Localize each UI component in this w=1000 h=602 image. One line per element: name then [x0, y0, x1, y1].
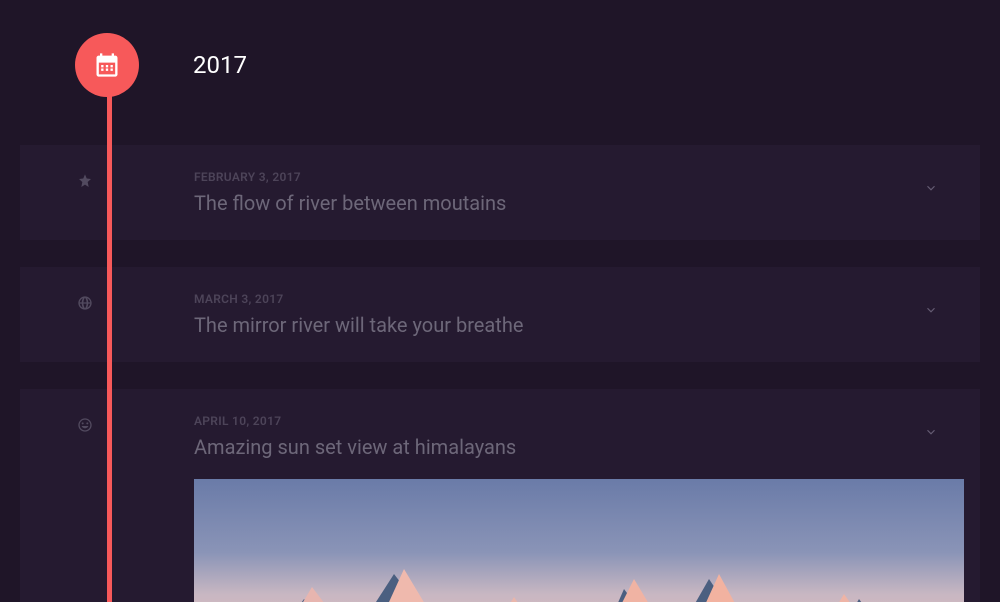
- chevron-down-icon: [924, 424, 938, 443]
- globe-icon: [75, 293, 95, 313]
- calendar-icon: [93, 51, 121, 79]
- card-title: The flow of river between moutains: [194, 191, 918, 215]
- card-title: The mirror river will take your breathe: [194, 313, 918, 337]
- timeline-card[interactable]: MARCH 3, 2017 The mirror river will take…: [20, 267, 980, 362]
- card-title: Amazing sun set view at himalayans: [194, 435, 918, 459]
- timeline-card[interactable]: FEBRUARY 3, 2017 The flow of river betwe…: [20, 145, 980, 240]
- chevron-down-icon: [924, 302, 938, 321]
- expand-toggle[interactable]: [922, 180, 940, 198]
- star-icon: [75, 171, 95, 191]
- timeline-vertical-line: [107, 95, 112, 602]
- smile-icon: [75, 415, 95, 435]
- timeline-year-header: 2017: [75, 30, 980, 100]
- card-date: FEBRUARY 3, 2017: [194, 170, 918, 184]
- timeline-container: 2017 FEBRUARY 3, 2017 The flow of river …: [0, 0, 1000, 602]
- timeline-year-label: 2017: [193, 51, 247, 79]
- expand-toggle[interactable]: [922, 302, 940, 320]
- card-date: APRIL 10, 2017: [194, 414, 918, 428]
- timeline-cards: FEBRUARY 3, 2017 The flow of river betwe…: [20, 145, 980, 602]
- card-date: MARCH 3, 2017: [194, 292, 918, 306]
- card-image: Himalayan: [194, 479, 964, 602]
- chevron-down-icon: [924, 180, 938, 199]
- expand-toggle[interactable]: [922, 424, 940, 442]
- timeline-card[interactable]: APRIL 10, 2017 Amazing sun set view at h…: [20, 389, 980, 602]
- year-badge: [75, 33, 139, 97]
